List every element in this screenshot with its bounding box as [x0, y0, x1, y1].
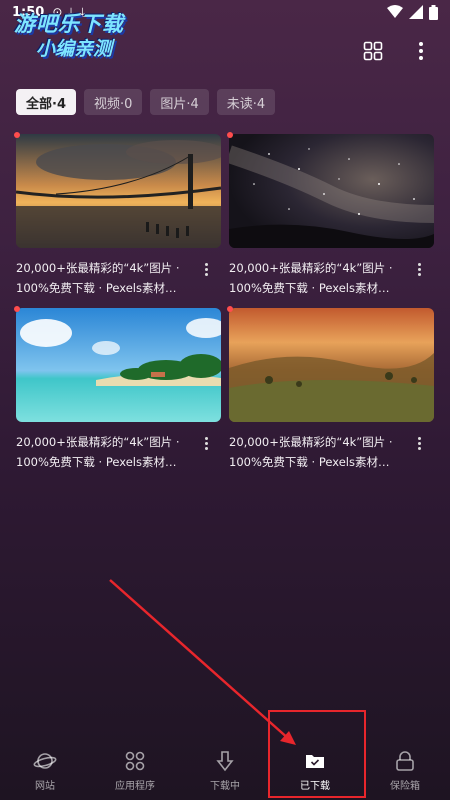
signal-icon	[409, 5, 423, 19]
item-more-icon[interactable]	[196, 258, 216, 298]
top-actions	[362, 40, 432, 62]
lock-icon	[396, 750, 414, 771]
item-caption-row: 20,000+张最精彩的“4k”图片 · 100%免费下载 · Pexels素材…	[16, 432, 221, 472]
thumbnail-autumn-hills[interactable]	[229, 308, 434, 422]
filter-chip-unread[interactable]: 未读·4	[216, 89, 276, 115]
item-caption: 20,000+张最精彩的“4k”图片 · 100%免费下载 · Pexels素材…	[16, 435, 180, 469]
status-system-icons	[387, 4, 438, 20]
nav-label: 保险箱	[390, 780, 420, 792]
nav-apps[interactable]: 应用程序	[90, 740, 180, 800]
site-watermark-logo: 游吧乐下载 小编亲测	[14, 8, 154, 66]
item-caption: 20,000+张最精彩的“4k”图片 · 100%免费下载 · Pexels素材…	[229, 435, 393, 469]
filter-chips: 全部·4 视频·0 图片·4 未读·4	[16, 89, 276, 115]
wifi-icon	[387, 5, 403, 18]
download-item[interactable]: 20,000+张最精彩的“4k”图片 · 100%免费下载 · Pexels素材…	[14, 306, 221, 472]
thumbnail-tropical-beach[interactable]	[16, 308, 221, 422]
apps-grid-icon	[125, 751, 145, 770]
thumbnail-starry-sky[interactable]	[229, 134, 434, 248]
grid-view-icon[interactable]	[362, 40, 384, 62]
item-more-icon[interactable]	[196, 432, 216, 472]
item-caption-row: 20,000+张最精彩的“4k”图片 · 100%免费下载 · Pexels素材…	[229, 432, 434, 472]
thumbnail-bridge-sunset[interactable]	[16, 134, 221, 248]
download-item[interactable]: 20,000+张最精彩的“4k”图片 · 100%免费下载 · Pexels素材…	[227, 132, 434, 298]
downloads-grid: 20,000+张最精彩的“4k”图片 · 100%免费下载 · Pexels素材…	[14, 132, 434, 472]
download-item[interactable]: 20,000+张最精彩的“4k”图片 · 100%免费下载 · Pexels素材…	[14, 132, 221, 298]
nav-downloading[interactable]: 下载中	[180, 740, 270, 800]
item-more-icon[interactable]	[409, 258, 429, 298]
item-caption: 20,000+张最精彩的“4k”图片 · 100%免费下载 · Pexels素材…	[229, 261, 393, 295]
planet-icon	[33, 752, 57, 769]
nav-label: 网站	[35, 780, 55, 792]
item-more-icon[interactable]	[409, 432, 429, 472]
filter-chip-image[interactable]: 图片·4	[150, 89, 209, 115]
more-options-icon[interactable]	[410, 40, 432, 62]
download-item[interactable]: 20,000+张最精彩的“4k”图片 · 100%免费下载 · Pexels素材…	[227, 306, 434, 472]
item-caption-row: 20,000+张最精彩的“4k”图片 · 100%免费下载 · Pexels素材…	[16, 258, 221, 298]
nav-websites[interactable]: 网站	[0, 740, 90, 800]
battery-icon	[429, 4, 438, 20]
download-arrow-icon	[216, 750, 234, 771]
watermark-line2: 小编亲测	[36, 38, 113, 60]
nav-label: 应用程序	[115, 780, 155, 792]
bottom-navigation: 网站 应用程序 下载中 已下载 保险箱	[0, 740, 450, 800]
filter-chip-all[interactable]: 全部·4	[16, 89, 76, 115]
item-caption-row: 20,000+张最精彩的“4k”图片 · 100%免费下载 · Pexels素材…	[229, 258, 434, 298]
unread-dot	[14, 306, 20, 312]
annotation-highlight-box	[268, 710, 366, 798]
unread-dot	[14, 132, 20, 138]
nav-vault[interactable]: 保险箱	[360, 740, 450, 800]
nav-label: 下载中	[210, 780, 240, 792]
item-caption: 20,000+张最精彩的“4k”图片 · 100%免费下载 · Pexels素材…	[16, 261, 180, 295]
filter-chip-video[interactable]: 视频·0	[83, 89, 143, 115]
unread-dot	[227, 306, 233, 312]
unread-dot	[227, 132, 233, 138]
